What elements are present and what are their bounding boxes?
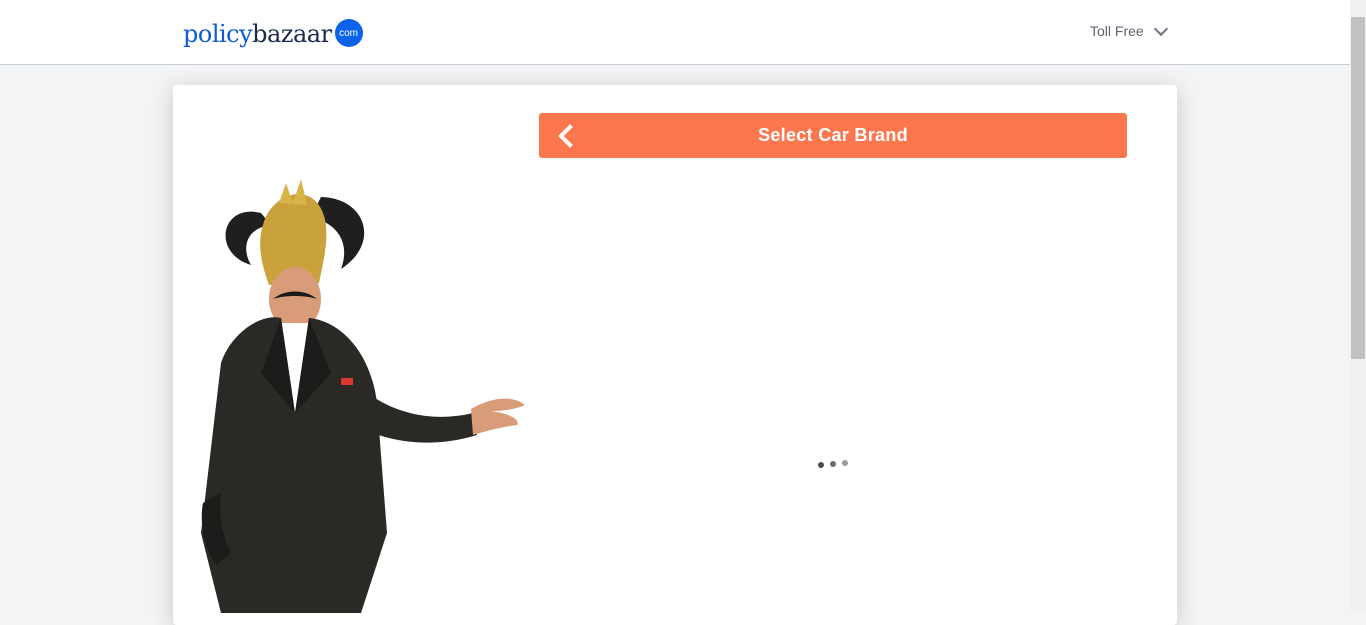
- loading-dot: [818, 462, 824, 468]
- policybazaar-logo[interactable]: policy bazaar com: [183, 16, 363, 52]
- page-scrollbar[interactable]: [1350, 0, 1366, 613]
- site-header: policy bazaar com Toll Free: [0, 0, 1350, 65]
- toll-free-label: Toll Free: [1090, 23, 1144, 39]
- loading-dot: [830, 461, 836, 467]
- chevron-left-icon[interactable]: [551, 121, 581, 151]
- loading-dot: [842, 460, 848, 466]
- loading-indicator: [817, 459, 851, 469]
- scrollbar-thumb[interactable]: [1351, 17, 1365, 359]
- toll-free-dropdown[interactable]: Toll Free: [1090, 20, 1168, 42]
- mascot-illustration: [201, 179, 525, 613]
- logo-text-policy: policy: [183, 20, 253, 48]
- logo-text-bazaar: bazaar: [252, 20, 332, 48]
- page-title: Select Car Brand: [758, 125, 908, 145]
- chevron-down-icon: [1153, 21, 1168, 36]
- logo-com-badge: com: [334, 19, 363, 47]
- main-card: Select Car Brand: [173, 85, 1177, 625]
- select-car-brand-header: Select Car Brand: [539, 113, 1127, 158]
